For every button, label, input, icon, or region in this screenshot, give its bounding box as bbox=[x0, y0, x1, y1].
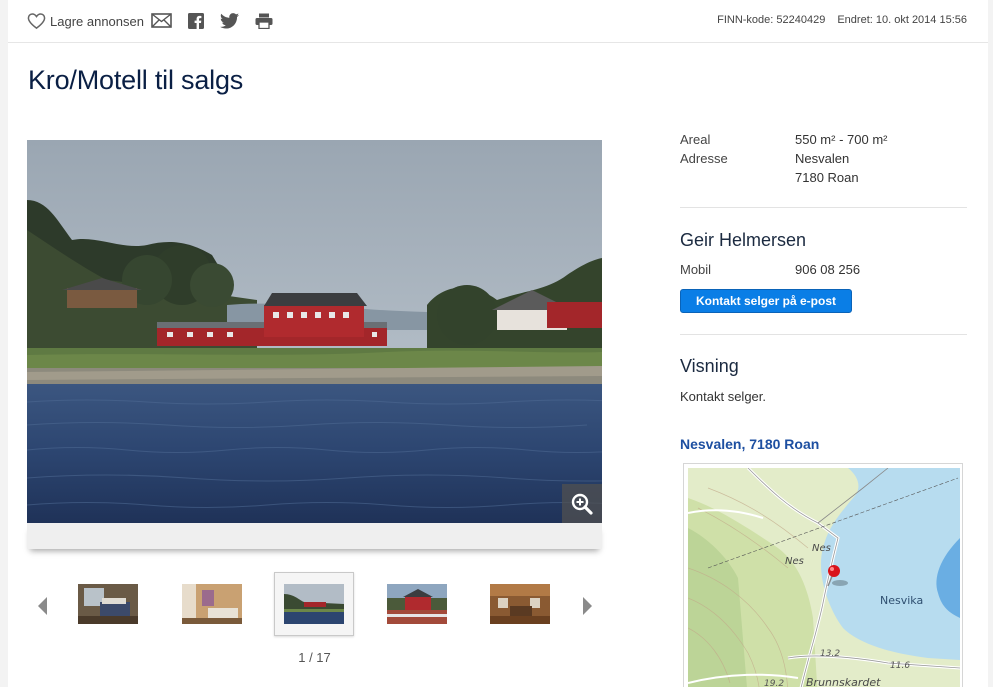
gallery-next-button[interactable] bbox=[580, 595, 594, 617]
email-share-button[interactable] bbox=[151, 13, 172, 28]
address-line1: Nesvalen bbox=[795, 151, 850, 166]
map-address-link[interactable]: Nesvalen, 7180 Roan bbox=[680, 436, 819, 452]
map-preview[interactable]: Nes Nes Nesvika 13.2 11.6 19.2 Brunnskar… bbox=[683, 463, 963, 687]
address-label: Adresse bbox=[680, 151, 728, 166]
envelope-icon bbox=[151, 13, 172, 28]
seller-name: Geir Helmersen bbox=[680, 230, 807, 250]
thumbnail-exterior-image bbox=[284, 584, 344, 624]
thumbnail-bedroom-image bbox=[78, 584, 138, 624]
area-value: 550 m² - 700 m² bbox=[795, 132, 888, 147]
gallery-thumbnail[interactable] bbox=[78, 584, 138, 624]
twitter-icon bbox=[220, 13, 239, 29]
page-title: Kro/Motell til salgs bbox=[28, 65, 244, 95]
zoom-button[interactable] bbox=[562, 484, 602, 523]
motel-photo-image bbox=[27, 140, 602, 523]
contact-seller-email-button[interactable]: Kontakt selger på e-post bbox=[680, 289, 852, 313]
map-label-nes-top: Nes bbox=[812, 543, 831, 554]
area-row: Areal 550 m² - 700 m² bbox=[680, 132, 967, 152]
map-label-elev-b: 11.6 bbox=[890, 661, 910, 671]
viewing-heading: Visning bbox=[680, 356, 739, 376]
viewing-text: Kontakt selger. bbox=[680, 389, 766, 404]
map-label-elev-c: 19.2 bbox=[764, 679, 784, 687]
gallery-thumbnail-active[interactable] bbox=[284, 584, 344, 624]
action-toolbar: Lagre annonsen FINN-kode: 52240429 Endre… bbox=[8, 0, 988, 43]
gallery-thumbnail[interactable] bbox=[490, 584, 550, 624]
gallery-thumbnail[interactable] bbox=[387, 584, 447, 624]
address-row: Adresse Nesvalen bbox=[680, 151, 967, 171]
gallery-thumbnail[interactable] bbox=[182, 584, 242, 624]
main-photo[interactable] bbox=[27, 140, 602, 523]
listing-page: Lagre annonsen FINN-kode: 52240429 Endre… bbox=[8, 0, 988, 687]
photo-caption-bar bbox=[27, 523, 602, 549]
twitter-share-button[interactable] bbox=[220, 13, 239, 29]
mobile-label: Mobil bbox=[680, 262, 712, 277]
map-label-elev-a: 13.2 bbox=[820, 649, 840, 659]
thumbnail-building-image bbox=[387, 584, 447, 624]
facebook-share-button[interactable] bbox=[188, 13, 204, 29]
address-line2: 7180 Roan bbox=[795, 170, 859, 185]
mobile-value[interactable]: 906 08 256 bbox=[795, 262, 860, 277]
finn-code: FINN-kode: 52240429 bbox=[717, 14, 826, 26]
area-label: Areal bbox=[680, 132, 711, 147]
divider bbox=[680, 334, 967, 335]
print-button[interactable] bbox=[255, 13, 273, 29]
divider bbox=[680, 207, 967, 208]
mobile-row: Mobil 906 08 256 bbox=[680, 262, 967, 282]
map-label-brunnskardet: Brunnskardet bbox=[806, 676, 881, 687]
save-listing-button[interactable]: Lagre annonsen bbox=[27, 12, 144, 30]
gallery-prev-button[interactable] bbox=[36, 595, 50, 617]
printer-icon bbox=[255, 13, 273, 29]
address-row-2: 7180 Roan bbox=[680, 170, 967, 190]
map-label-nesvika: Nesvika bbox=[880, 594, 923, 607]
map-image: Nes Nes Nesvika 13.2 11.6 19.2 Brunnskar… bbox=[688, 468, 960, 687]
thumbnail-dining-image bbox=[490, 584, 550, 624]
chevron-left-icon bbox=[38, 597, 47, 615]
listing-meta: FINN-kode: 52240429 Endret: 10. okt 2014… bbox=[717, 14, 967, 26]
heart-icon bbox=[27, 13, 46, 30]
facebook-icon bbox=[188, 13, 204, 29]
gallery-counter: 1 / 17 bbox=[298, 650, 331, 665]
chevron-right-icon bbox=[583, 597, 592, 615]
save-listing-label: Lagre annonsen bbox=[50, 13, 144, 29]
zoom-in-icon bbox=[571, 493, 593, 515]
updated-timestamp: Endret: 10. okt 2014 15:56 bbox=[837, 14, 967, 26]
thumbnail-room-image bbox=[182, 584, 242, 624]
map-label-nes-bottom: Nes bbox=[785, 556, 804, 567]
